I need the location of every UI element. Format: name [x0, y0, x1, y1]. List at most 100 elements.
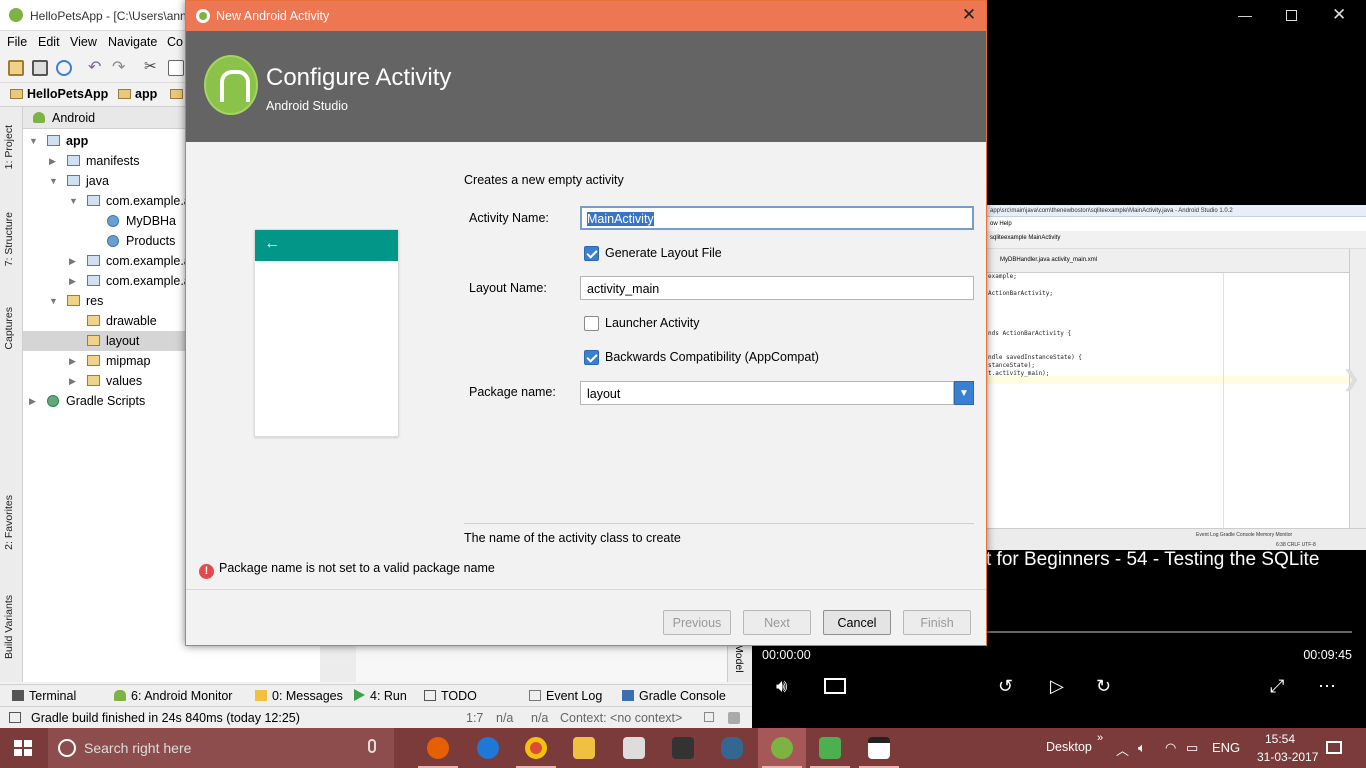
- minimize-icon[interactable]: —: [1238, 7, 1252, 23]
- cut-icon[interactable]: ✂: [144, 57, 160, 75]
- sublime-app[interactable]: [806, 728, 854, 768]
- menu-navigate[interactable]: Navigate: [108, 35, 157, 49]
- captions-icon[interactable]: [824, 678, 846, 694]
- tab-model[interactable]: Model: [733, 644, 745, 673]
- expanded-arrow-icon[interactable]: ▼: [49, 296, 58, 306]
- chevron-up-icon[interactable]: ︿: [1116, 740, 1129, 759]
- undo-icon[interactable]: ↶: [88, 57, 104, 76]
- activity-name-input[interactable]: MainActivity: [580, 206, 974, 230]
- microphone-icon[interactable]: [368, 739, 376, 753]
- menu-code[interactable]: Co: [167, 35, 183, 49]
- chrome-app[interactable]: [512, 728, 560, 768]
- finish-button[interactable]: Finish: [903, 610, 971, 635]
- fullscreen-icon[interactable]: ⤢: [1270, 676, 1284, 697]
- skip-forward-30-icon[interactable]: ↻: [1096, 676, 1111, 697]
- notification-center-icon[interactable]: [1326, 741, 1342, 754]
- collapsed-arrow-icon[interactable]: ▶: [29, 396, 36, 407]
- play-icon[interactable]: ▷: [1050, 676, 1064, 697]
- menu-view[interactable]: View: [70, 35, 97, 49]
- collapsed-arrow-icon[interactable]: ▶: [69, 256, 76, 267]
- more-options-icon[interactable]: ⋯: [1318, 676, 1336, 697]
- collapsed-arrow-icon[interactable]: ▶: [69, 356, 76, 367]
- inspector-icon[interactable]: [728, 712, 740, 724]
- store-app[interactable]: [610, 728, 658, 768]
- next-video-icon[interactable]: ❯: [1342, 366, 1360, 392]
- tab-event-log[interactable]: Event Log: [529, 689, 602, 703]
- class-icon: [107, 235, 119, 247]
- previous-button[interactable]: Previous: [663, 610, 731, 635]
- wifi-icon[interactable]: ◠: [1165, 740, 1176, 756]
- tab-gradle-console[interactable]: Gradle Console: [622, 689, 726, 703]
- file-explorer-app[interactable]: [560, 728, 608, 768]
- redo-icon[interactable]: ↷: [112, 57, 128, 76]
- close-icon[interactable]: ✕: [960, 5, 978, 25]
- battery-icon[interactable]: ▭: [1186, 740, 1198, 756]
- taskbar-search[interactable]: Search right here: [48, 728, 394, 768]
- desktop-toolbar[interactable]: Desktop: [1046, 740, 1092, 754]
- launcher-activity-label[interactable]: Launcher Activity: [605, 316, 700, 330]
- tool-window-toggle-icon[interactable]: [9, 712, 21, 723]
- skip-back-10-icon[interactable]: ↺: [998, 676, 1013, 697]
- inkscape-app[interactable]: [659, 728, 707, 768]
- video-frame-bottom-tabs: Event Log Gradle Console Memory Monitor: [1196, 532, 1293, 538]
- launcher-activity-checkbox[interactable]: [584, 316, 599, 331]
- lock-icon[interactable]: [704, 712, 714, 722]
- collapsed-arrow-icon[interactable]: ▶: [69, 276, 76, 287]
- collapsed-arrow-icon[interactable]: ▶: [69, 376, 76, 387]
- backwards-compat-label[interactable]: Backwards Compatibility (AppCompat): [605, 350, 819, 364]
- tab-captures[interactable]: Captures: [3, 307, 15, 350]
- status-caret-position[interactable]: 1:7: [466, 711, 483, 725]
- expanded-arrow-icon[interactable]: ▼: [29, 136, 38, 146]
- volume-icon[interactable]: 🔊︎: [776, 676, 787, 697]
- generate-layout-checkbox[interactable]: [584, 246, 599, 261]
- tab-terminal[interactable]: Terminal: [12, 689, 76, 703]
- package-name-combobox[interactable]: layout: [580, 381, 954, 405]
- backwards-compat-checkbox[interactable]: [584, 350, 599, 365]
- tab-structure[interactable]: 7: Structure: [3, 212, 15, 266]
- tab-run[interactable]: 4: Run: [354, 689, 407, 703]
- clock-time[interactable]: 15:54: [1265, 732, 1295, 746]
- code-line: t.activity_main);: [988, 370, 1050, 377]
- expanded-arrow-icon[interactable]: ▼: [69, 196, 78, 206]
- sync-icon[interactable]: [56, 60, 72, 76]
- copy-icon[interactable]: [168, 60, 184, 76]
- cancel-button[interactable]: Cancel: [823, 610, 891, 635]
- chevron-down-icon[interactable]: ▼: [954, 381, 974, 405]
- status-line-separator[interactable]: n/a: [496, 711, 513, 725]
- layout-name-input[interactable]: activity_main: [580, 276, 974, 300]
- menu-file[interactable]: File: [7, 35, 27, 49]
- tree-item-label: java: [86, 174, 109, 188]
- postgres-app[interactable]: [708, 728, 756, 768]
- tab-messages[interactable]: 0: Messages: [255, 689, 343, 703]
- video-frame-menu: ow Help: [990, 221, 1012, 227]
- movies-app[interactable]: [855, 728, 903, 768]
- collapsed-arrow-icon[interactable]: ▶: [49, 156, 56, 167]
- menu-edit[interactable]: Edit: [38, 35, 60, 49]
- tab-todo[interactable]: TODO: [424, 689, 477, 703]
- close-icon[interactable]: ✕: [1332, 5, 1346, 25]
- language-indicator[interactable]: ENG: [1212, 740, 1240, 755]
- breadcrumb-app[interactable]: app: [118, 87, 157, 103]
- next-button[interactable]: Next: [743, 610, 811, 635]
- edge-app[interactable]: [464, 728, 512, 768]
- status-encoding[interactable]: n/a: [531, 711, 548, 725]
- tab-project[interactable]: 1: Project: [3, 125, 15, 169]
- save-icon[interactable]: [32, 60, 48, 76]
- volume-icon[interactable]: 🔈︎: [1138, 740, 1146, 756]
- tab-favorites[interactable]: 2: Favorites: [3, 495, 15, 550]
- firefox-app[interactable]: [414, 728, 462, 768]
- android-studio-app[interactable]: [758, 728, 806, 768]
- toolbar-expand-icon[interactable]: »: [1097, 732, 1103, 744]
- open-icon[interactable]: [8, 60, 24, 76]
- expanded-arrow-icon[interactable]: ▼: [49, 176, 58, 186]
- run-icon: [354, 689, 365, 701]
- maximize-icon[interactable]: [1286, 10, 1297, 21]
- generate-layout-label[interactable]: Generate Layout File: [605, 246, 722, 260]
- tab-android-monitor[interactable]: 6: Android Monitor: [114, 689, 232, 703]
- tab-build-variants[interactable]: Build Variants: [3, 595, 15, 659]
- dialog-subheading: Android Studio: [266, 99, 349, 113]
- video-frame-tab-labels: MyDBHandler.java activity_main.xml: [1000, 257, 1098, 263]
- clock-date[interactable]: 31-03-2017: [1257, 750, 1318, 764]
- windows-start-icon[interactable]: [14, 740, 32, 756]
- breadcrumb-project[interactable]: HelloPetsApp: [10, 87, 108, 103]
